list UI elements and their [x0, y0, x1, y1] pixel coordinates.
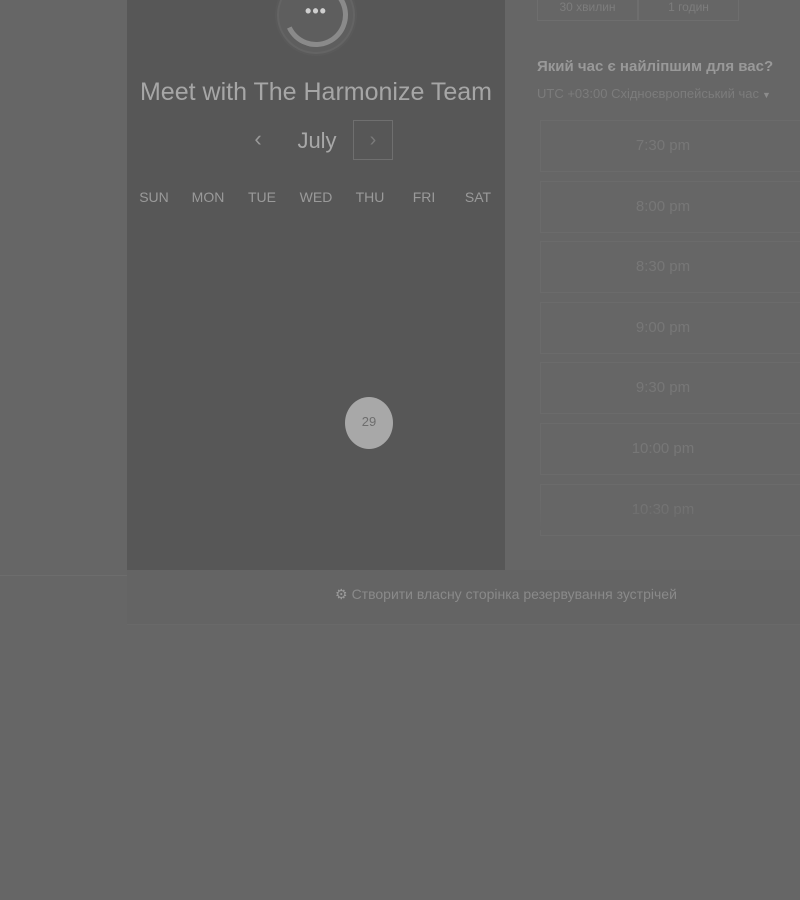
weekday-thu: THU	[355, 189, 385, 205]
divider	[0, 575, 127, 576]
duration-tab-30[interactable]: 30 хвилин	[537, 0, 638, 21]
calendar-day-selected[interactable]: 29	[345, 397, 393, 449]
avatar: •••	[274, 0, 358, 57]
timezone-selector[interactable]: UTC +03:00 Східноєвропейський час ▼	[537, 86, 771, 101]
weekday-mon: MON	[191, 189, 225, 205]
create-booking-page-link[interactable]: ⚙ Створити власну сторінка резервування з…	[335, 586, 677, 603]
duration-tabs: 30 хвилин 1 годин	[537, 0, 741, 22]
slots-fade	[540, 500, 800, 530]
weekday-wed: WED	[299, 189, 333, 205]
time-slot[interactable]: 8:30 pm	[540, 241, 800, 293]
caret-down-icon: ▼	[761, 90, 771, 100]
chat-dots-icon: •••	[305, 1, 327, 21]
weekday-sat: SAT	[464, 189, 492, 205]
duration-tab-60[interactable]: 1 годин	[638, 0, 739, 21]
hubspot-sprocket-icon: ⚙	[335, 586, 348, 602]
time-slot[interactable]: 10:00 pm	[540, 423, 800, 475]
weekday-header: SUN MON TUE WED THU FRI SAT	[127, 189, 505, 209]
month-label: July	[297, 128, 337, 153]
next-month-button[interactable]: ›	[353, 120, 393, 160]
time-slot[interactable]: 9:30 pm	[540, 362, 800, 414]
prev-month-button[interactable]: ‹	[240, 120, 276, 160]
footer: ⚙ Створити власну сторінка резервування з…	[127, 570, 800, 625]
time-slot[interactable]: 7:30 pm	[540, 120, 800, 172]
month-navigation: ‹ July ›	[127, 120, 505, 162]
chevron-right-icon: ›	[369, 129, 377, 151]
time-slot[interactable]: 8:00 pm	[540, 181, 800, 233]
booking-page: ••• Meet with The Harmonize Team ‹ July …	[0, 0, 800, 900]
footer-link-label: Створити власну сторінка резервування зу…	[351, 586, 677, 602]
chevron-left-icon: ‹	[254, 126, 262, 151]
time-question: Який час є найліпшим для вас?	[537, 58, 774, 75]
time-slot[interactable]: 9:00 pm	[540, 302, 800, 354]
weekday-fri: FRI	[412, 189, 436, 205]
calendar-panel: ••• Meet with The Harmonize Team ‹ July …	[127, 0, 505, 570]
timezone-label: UTC +03:00 Східноєвропейський час	[537, 86, 759, 101]
weekday-tue: TUE	[248, 189, 276, 205]
page-title: Meet with The Harmonize Team	[139, 78, 492, 106]
weekday-sun: SUN	[139, 189, 169, 205]
